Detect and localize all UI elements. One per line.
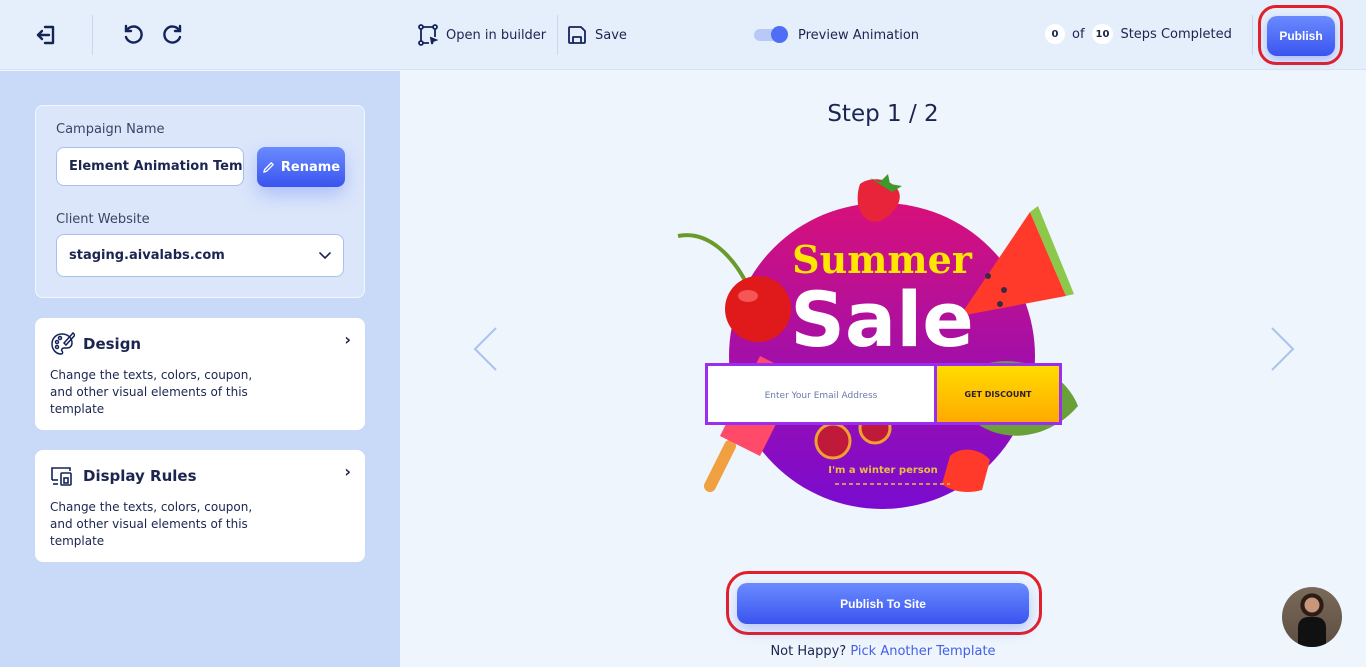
steps-total-count: 10 [1091,24,1114,44]
chevron-right-icon: › [344,330,351,349]
popup-preview: Summer Sale Enter Your Email Address GET… [670,166,1090,516]
sidebar: Campaign Name Element Animation Temp Ren… [0,71,400,667]
display-rules-description: Change the texts, colors, coupon, and ot… [50,500,253,548]
exit-button[interactable] [33,22,59,48]
campaign-name-input[interactable]: Element Animation Temp [56,147,244,186]
popup-illustration: Summer Sale Enter Your Email Address GET… [677,174,1078,509]
popup-cta-label: GET DISCOUNT [965,390,1033,399]
steps-progress: 0 of 10 Steps Completed [1045,24,1232,44]
design-title: Design [83,335,142,353]
save-button[interactable]: Save [567,22,627,48]
palette-icon [51,331,75,355]
rename-label: Rename [280,159,341,175]
popup-decline-link[interactable]: I'm a winter person [828,465,938,476]
builder-icon [418,24,438,46]
campaign-name-label: Campaign Name [56,122,165,137]
design-card[interactable]: Design › Change the texts, colors, coupo… [35,318,365,430]
toolbar-divider [557,15,558,55]
open-in-builder-label: Open in builder [446,27,547,43]
undo-icon [124,24,143,44]
publish-highlight: Publish [1258,5,1343,65]
previous-arrow-icon[interactable] [472,325,502,375]
redo-button[interactable] [160,22,186,48]
preview-animation-label: Preview Animation [798,27,920,43]
devices-icon [51,467,72,486]
save-label: Save [595,27,627,43]
chevron-down-icon [319,251,331,259]
publish-to-site-highlight: Publish To Site [726,571,1042,635]
toggle-switch[interactable] [754,26,788,43]
avatar-figure [1298,617,1326,647]
top-toolbar: Open in builder Save Preview Animation 0… [0,0,1366,70]
undo-button[interactable] [120,22,146,48]
chevron-right-icon: › [344,462,351,481]
popup-headline-main: Sale [790,275,974,364]
client-website-value: staging.aivalabs.com [69,248,225,263]
exit-icon [36,25,55,45]
not-happy-label: Not Happy? [770,644,847,659]
client-website-select[interactable]: staging.aivalabs.com [56,234,344,277]
redo-icon [163,24,182,44]
toggle-knob [771,26,788,43]
steps-of-label: of [1072,26,1085,42]
toolbar-divider [1252,15,1253,55]
display-rules-card[interactable]: Display Rules › Change the texts, colors… [35,450,365,562]
display-rules-title: Display Rules [83,467,197,485]
publish-to-site-button[interactable]: Publish To Site [737,583,1029,624]
campaign-settings-card: Campaign Name Element Animation Temp Ren… [35,105,365,298]
publish-button[interactable]: Publish [1267,16,1335,56]
steps-done-count: 0 [1045,24,1065,44]
pencil-icon [263,161,274,173]
not-happy-prompt: Not Happy? Pick Another Template [400,644,1366,659]
popup-email-placeholder: Enter Your Email Address [765,391,878,401]
preview-area: Step 1 / 2 Summer Sale Enter Your Email … [400,71,1366,667]
toolbar-divider [92,15,93,55]
user-avatar[interactable] [1282,587,1342,647]
next-arrow-icon[interactable] [1266,325,1296,375]
rename-button[interactable]: Rename [257,147,345,187]
save-icon [568,26,586,44]
open-in-builder-button[interactable]: Open in builder [418,22,546,48]
client-website-label: Client Website [56,212,150,227]
design-description: Change the texts, colors, coupon, and ot… [50,368,253,416]
preview-animation-toggle[interactable]: Preview Animation [754,22,919,48]
pick-another-template-link[interactable]: Pick Another Template [850,644,995,659]
steps-completed-label: Steps Completed [1120,26,1232,42]
step-indicator: Step 1 / 2 [827,101,939,127]
